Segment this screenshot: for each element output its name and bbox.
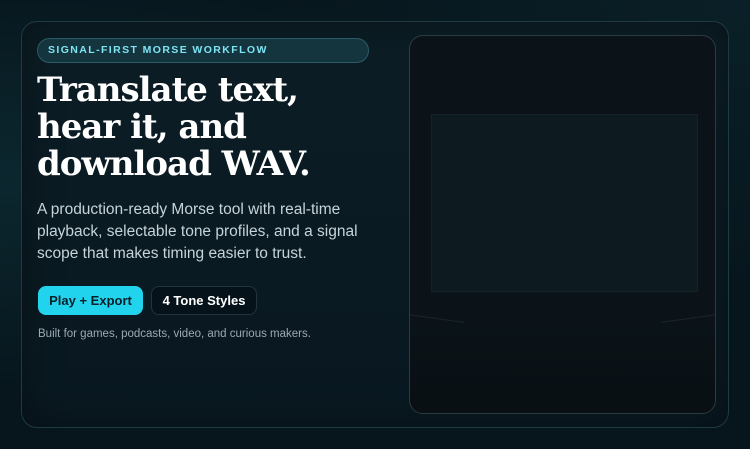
scope-console-right	[661, 314, 715, 362]
signal-scope-panel	[409, 35, 716, 414]
play-export-button[interactable]: Play + Export	[38, 286, 143, 315]
scope-screen	[431, 114, 698, 292]
eyebrow-badge: SIGNAL-FIRST MORSE WORKFLOW	[37, 38, 369, 63]
scope-console-left	[410, 314, 464, 362]
hero-headline: Translate text, hear it, and download WA…	[37, 70, 311, 184]
hero-subtitle: A production-ready Morse tool with real-…	[37, 201, 358, 262]
hero-footnote: Built for games, podcasts, video, and cu…	[38, 328, 311, 340]
tone-styles-button[interactable]: 4 Tone Styles	[151, 286, 257, 315]
